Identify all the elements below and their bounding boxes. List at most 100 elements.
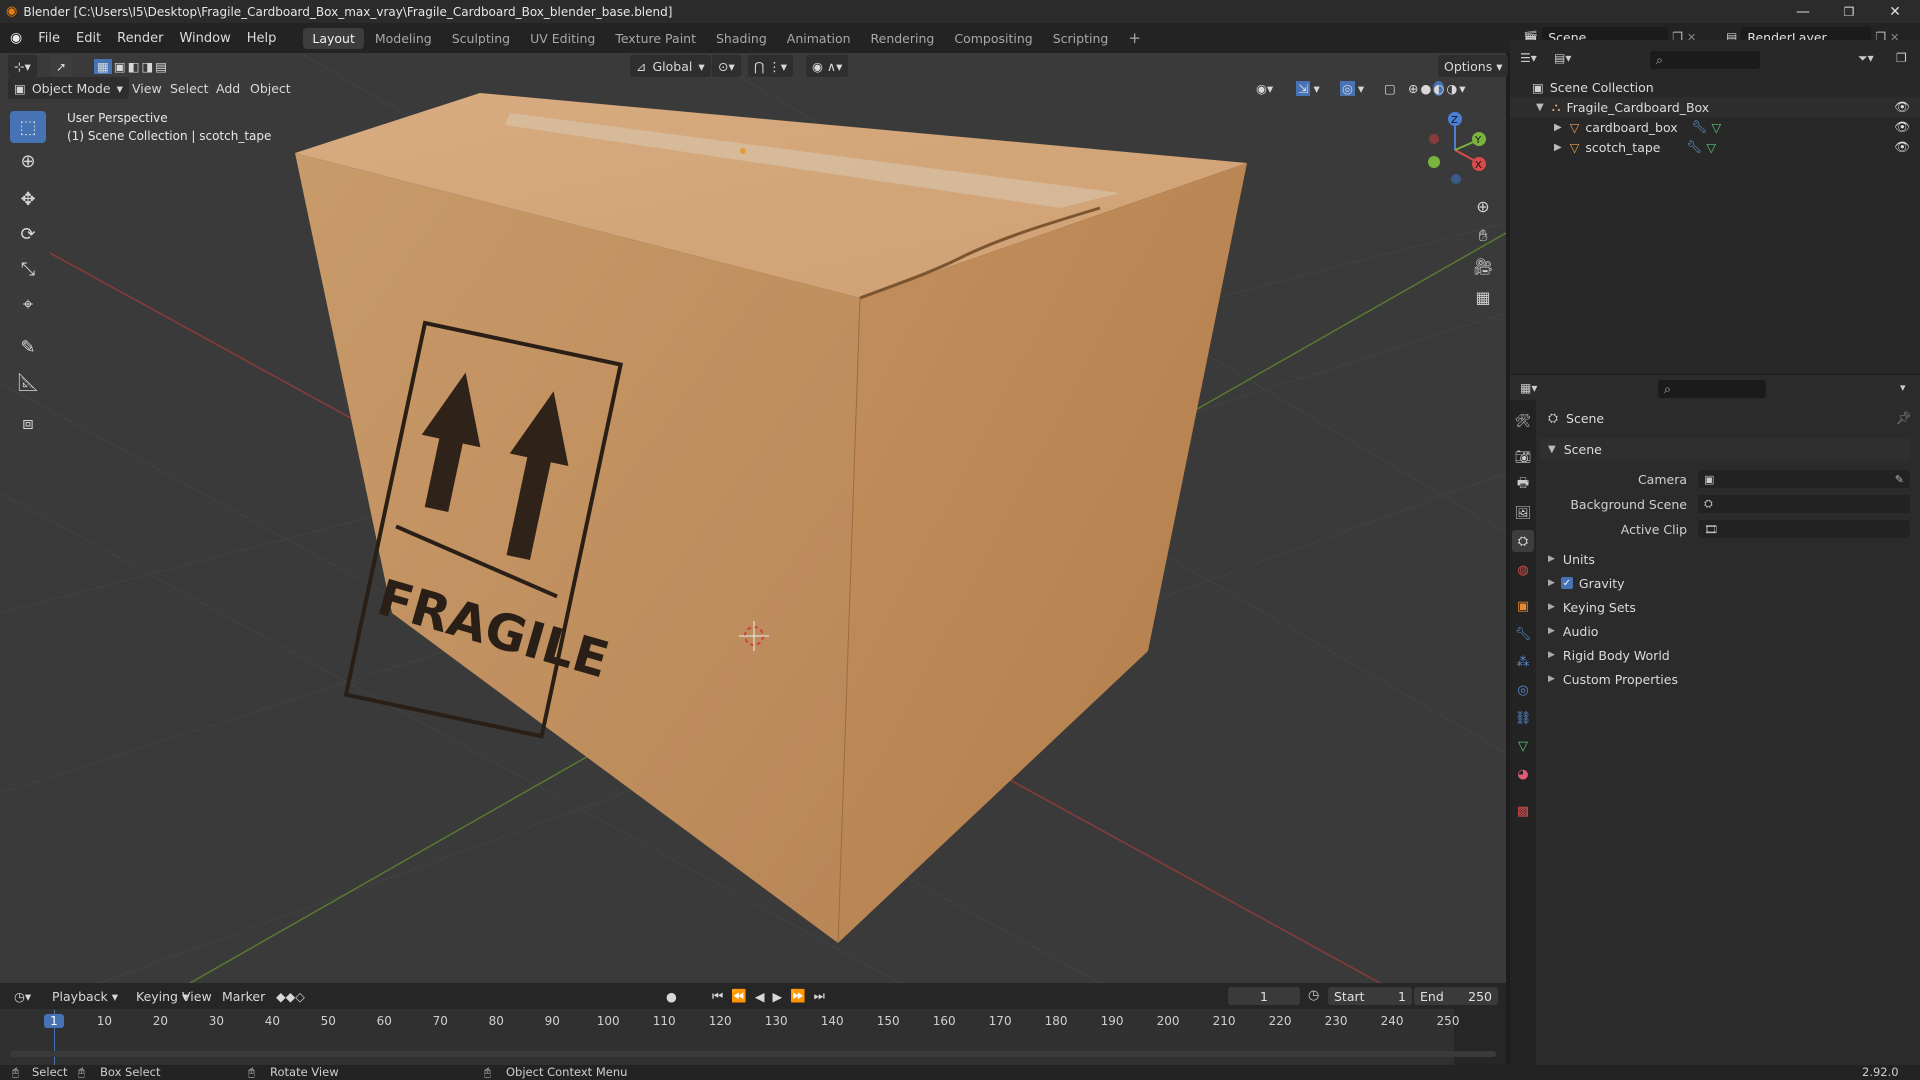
outliner-row-scotch-tape[interactable]: ▶ ▽ scotch_tape 🔧︎ ▽ 👁︎ bbox=[1510, 137, 1920, 157]
display-mode-icon[interactable]: ▤▾ bbox=[1554, 51, 1571, 65]
menu-help[interactable]: Help bbox=[239, 31, 285, 46]
modifier-wrench-icon[interactable]: 🔧︎ bbox=[1692, 119, 1708, 135]
menu-timeline-view[interactable]: View bbox=[176, 985, 218, 1007]
prev-keyframe-icon[interactable]: ⏪ bbox=[731, 988, 747, 1004]
background-scene-field[interactable]: ⛭ bbox=[1698, 495, 1910, 513]
menu-object[interactable]: Object bbox=[244, 77, 297, 99]
visibility-eye-icon[interactable]: 👁︎ bbox=[1894, 99, 1910, 115]
maximize-button[interactable]: ❐ bbox=[1826, 0, 1872, 23]
world-tab[interactable]: ◍ bbox=[1512, 559, 1534, 581]
mesh-data-icon[interactable]: ▽ bbox=[1712, 120, 1722, 135]
visibility-toggle[interactable]: ◉▾ bbox=[1250, 77, 1279, 99]
tab-sculpting[interactable]: Sculpting bbox=[443, 28, 519, 49]
select-tool-button[interactable]: ➚ bbox=[50, 55, 72, 77]
tool-tab[interactable]: 🛠︎ bbox=[1512, 410, 1534, 432]
timeline-scrollbar[interactable] bbox=[10, 1051, 1496, 1057]
select-subtract-icon[interactable]: ◧ bbox=[128, 59, 140, 74]
keying-sets-subpanel[interactable]: ▶ Keying Sets bbox=[1540, 596, 1636, 618]
end-frame-field[interactable]: End 250 bbox=[1414, 987, 1498, 1005]
play-icon[interactable]: ▶ bbox=[772, 989, 782, 1004]
expand-arrow-icon[interactable]: ▶ bbox=[1554, 122, 1562, 133]
jump-end-icon[interactable]: ⏭ bbox=[814, 988, 825, 1004]
minimize-button[interactable]: — bbox=[1780, 0, 1826, 23]
rigid-body-world-subpanel[interactable]: ▶ Rigid Body World bbox=[1540, 644, 1670, 666]
xray-toggle[interactable]: ▢ bbox=[1378, 77, 1402, 99]
magnet-icon[interactable]: ⋂ bbox=[754, 59, 764, 74]
mesh-data-icon[interactable]: ▽ bbox=[1706, 140, 1716, 155]
current-frame-field[interactable]: 1 bbox=[1228, 987, 1300, 1005]
start-frame-field[interactable]: Start 1 bbox=[1328, 987, 1412, 1005]
pan-button[interactable]: ✋︎ bbox=[1469, 222, 1497, 250]
menu-add[interactable]: Add bbox=[210, 77, 246, 99]
properties-search-input[interactable]: ⌕ bbox=[1658, 380, 1766, 398]
units-subpanel[interactable]: ▶ Units bbox=[1540, 548, 1595, 570]
perspective-toggle-button[interactable]: ▦ bbox=[1469, 283, 1497, 311]
wireframe-shading-icon[interactable]: ⊕ bbox=[1408, 81, 1418, 96]
menu-edit[interactable]: Edit bbox=[68, 31, 109, 46]
close-button[interactable]: ✕ bbox=[1872, 0, 1918, 23]
select-intersect-icon[interactable]: ◨ bbox=[141, 59, 153, 74]
properties-editor-icon[interactable]: ▦▾ bbox=[1520, 381, 1537, 395]
overlay-toggle[interactable]: ◎ ▾ bbox=[1334, 77, 1370, 99]
transform-orientation-dropdown[interactable]: ⊿ Global ▾ bbox=[630, 55, 711, 77]
custom-properties-subpanel[interactable]: ▶ Custom Properties bbox=[1540, 668, 1678, 690]
select-box-tool[interactable]: ⬚ bbox=[10, 111, 46, 143]
tab-animation[interactable]: Animation bbox=[778, 28, 860, 49]
snap-target-icon[interactable]: ⋮▾ bbox=[768, 59, 787, 74]
modifier-wrench-icon[interactable]: 🔧︎ bbox=[1687, 139, 1703, 155]
modifiers-tab[interactable]: 🔧︎ bbox=[1512, 623, 1534, 645]
outliner-row-cardboard-box[interactable]: ▶ ▽ cardboard_box 🔧︎ ▽ 👁︎ bbox=[1510, 117, 1920, 137]
scene-tab[interactable]: ⛭ bbox=[1512, 530, 1534, 552]
blender-menu-icon[interactable]: ◉ bbox=[10, 30, 22, 46]
visibility-eye-icon[interactable]: 👁︎ bbox=[1894, 139, 1910, 155]
tab-shading[interactable]: Shading bbox=[707, 28, 776, 49]
scale-tool[interactable]: ⤡ bbox=[10, 253, 46, 285]
add-workspace-button[interactable]: + bbox=[1119, 26, 1150, 50]
3d-viewport[interactable]: FRAGILE Z X Y bbox=[0, 53, 1506, 983]
particles-tab[interactable]: ⁂ bbox=[1512, 651, 1534, 673]
render-tab[interactable]: 📷︎ bbox=[1512, 446, 1534, 468]
timeline-editor-icon[interactable]: ◷▾ bbox=[8, 985, 37, 1007]
tab-uv-editing[interactable]: UV Editing bbox=[521, 28, 604, 49]
object-mode-dropdown[interactable]: ▣ Object Mode ▾ bbox=[8, 77, 129, 99]
selection-mode-buttons[interactable]: ▦ ▣ ◧ ◨ ▤ bbox=[88, 55, 173, 77]
expand-arrow-icon[interactable]: ▶ bbox=[1554, 142, 1562, 153]
move-tool[interactable]: ✥ bbox=[10, 183, 46, 215]
gravity-checkbox[interactable]: ✓ bbox=[1560, 577, 1573, 589]
menu-marker[interactable]: Marker bbox=[216, 985, 271, 1007]
select-new-icon[interactable]: ▦ bbox=[94, 58, 112, 74]
record-button[interactable]: ● bbox=[660, 985, 683, 1007]
tab-texture-paint[interactable]: Texture Paint bbox=[606, 28, 705, 49]
add-cube-tool[interactable]: ⧈ bbox=[10, 407, 46, 439]
play-reverse-icon[interactable]: ◀ bbox=[755, 989, 765, 1004]
keyframe-buttons[interactable]: ◆◆◇ bbox=[270, 985, 311, 1007]
annotate-tool[interactable]: ✎ bbox=[10, 331, 46, 363]
preview-range-icon[interactable]: ◷ bbox=[1308, 988, 1319, 1003]
rendered-shading-icon[interactable]: ◑ bbox=[1446, 81, 1457, 96]
camera-view-button[interactable]: 🎥︎ bbox=[1469, 252, 1497, 280]
outliner-editor-icon[interactable]: ☰▾ bbox=[1520, 51, 1537, 65]
material-tab[interactable]: ◕ bbox=[1512, 763, 1534, 785]
shading-mode-buttons[interactable]: ⊕ ● ◐ ◑ ▾ bbox=[1402, 77, 1472, 99]
select-invert-icon[interactable]: ▤ bbox=[155, 59, 167, 74]
solid-shading-icon[interactable]: ● bbox=[1420, 81, 1431, 96]
scene-panel-header[interactable]: ▼ Scene bbox=[1540, 438, 1910, 460]
tab-layout[interactable]: Layout bbox=[303, 27, 364, 49]
view-layer-tab[interactable]: 🖼︎ bbox=[1512, 502, 1534, 524]
cardboard-box[interactable]: FRAGILE bbox=[295, 93, 1247, 944]
playback-controls[interactable]: ⏮ ⏪ ◀ ▶ ⏩ ⏭ bbox=[706, 985, 831, 1007]
editor-type-menu[interactable]: ⊹▾ bbox=[8, 55, 37, 77]
object-tab[interactable]: ▣ bbox=[1512, 595, 1534, 617]
camera-field[interactable]: ▣ ✎ bbox=[1698, 470, 1910, 488]
tab-scripting[interactable]: Scripting bbox=[1044, 28, 1118, 49]
active-clip-field[interactable]: 🎞︎ bbox=[1698, 520, 1910, 538]
menu-render[interactable]: Render bbox=[109, 31, 171, 46]
transform-tool[interactable]: ⌖ bbox=[10, 288, 46, 320]
output-tab[interactable]: 🖶︎ bbox=[1512, 474, 1534, 496]
select-extend-icon[interactable]: ▣ bbox=[114, 59, 126, 74]
material-shading-icon[interactable]: ◐ bbox=[1433, 80, 1445, 96]
rotate-tool[interactable]: ⟳ bbox=[10, 218, 46, 250]
outliner-row-collection[interactable]: ▼ ⛬ Fragile_Cardboard_Box 👁︎ bbox=[1510, 97, 1920, 117]
outliner-search-input[interactable]: ⌕ bbox=[1650, 51, 1760, 69]
eyedropper-icon[interactable]: ✎ bbox=[1895, 473, 1904, 486]
